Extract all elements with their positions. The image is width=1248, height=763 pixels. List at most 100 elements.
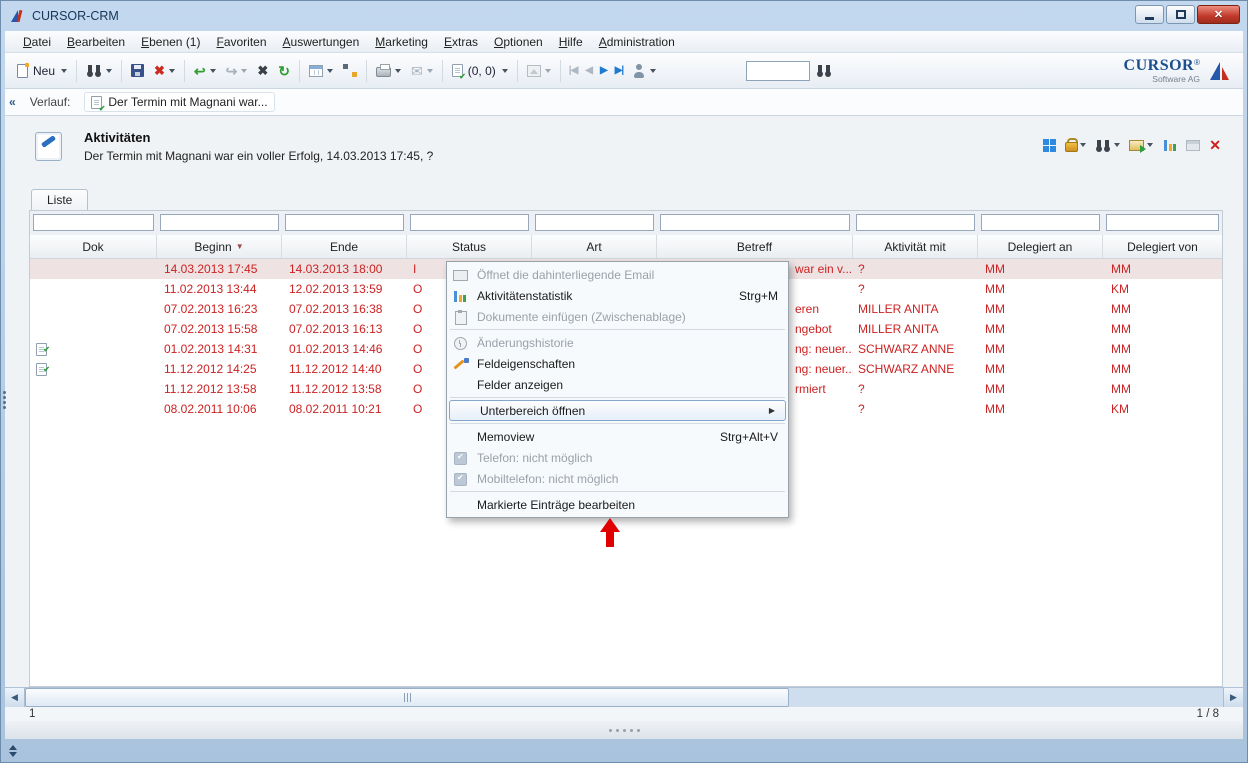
image-button	[523, 58, 555, 84]
toolbar-separator	[517, 60, 518, 82]
last-record-button[interactable]: ▶|	[612, 66, 627, 76]
menu-administration[interactable]: Administration	[591, 33, 683, 51]
filter-cell-delegiert-von	[1103, 211, 1222, 235]
filter-input-art[interactable]	[535, 214, 654, 231]
cancel-button[interactable]: ✖	[253, 58, 272, 84]
person-search-button[interactable]	[628, 58, 660, 84]
column-header-beginn[interactable]: Beginn▼	[157, 235, 282, 258]
column-header-art[interactable]: Art	[532, 235, 657, 258]
chevron-down-icon	[169, 69, 175, 73]
close-view-button[interactable]: ✕	[1209, 138, 1221, 152]
menu-datei[interactable]: Datei	[15, 33, 59, 51]
filter-input-aktivit-t-mit[interactable]	[856, 214, 975, 231]
scrollbar-thumb[interactable]	[25, 688, 789, 707]
grid-view-button[interactable]	[1043, 139, 1056, 152]
toolbar-separator	[442, 60, 443, 82]
statistics-button[interactable]	[1162, 139, 1177, 152]
find-button[interactable]	[812, 58, 836, 84]
cell-delegiert-von: MM	[1103, 259, 1222, 279]
splitter-handle[interactable]	[5, 721, 1243, 739]
app-window: CURSOR-CRM ✕ DateiBearbeitenEbenen (1)Fa…	[0, 0, 1248, 763]
close-button[interactable]: ✕	[1197, 5, 1240, 24]
column-header-betreff[interactable]: Betreff	[657, 235, 853, 258]
column-header-label: Aktivität mit	[884, 240, 945, 254]
context-menu-item-dokumente-einf-gen-zwischenablage: Dokumente einfügen (Zwischenablage)	[447, 306, 788, 327]
minimize-button[interactable]	[1135, 5, 1164, 24]
menu-ebenen-1[interactable]: Ebenen (1)	[133, 33, 208, 51]
filter-input-delegiert-von[interactable]	[1106, 214, 1219, 231]
context-menu-item-markierte-eintr-ge-bearbeiten[interactable]: Markierte Einträge bearbeiten	[447, 494, 788, 515]
record-counter-button[interactable]: (0, 0)	[448, 58, 512, 84]
context-menu-item-unterbereich-ffnen[interactable]: Unterbereich öffnen▶	[449, 400, 786, 421]
header-search-button[interactable]	[1095, 139, 1120, 152]
left-splitter-grip[interactable]	[3, 389, 6, 411]
context-menu-item-nderungshistorie: Änderungshistorie	[447, 332, 788, 353]
scroll-left-button[interactable]: ◀	[5, 688, 25, 707]
cell-ende: 11.12.2012 14:40	[282, 359, 407, 379]
column-header-aktivit-t-mit[interactable]: Aktivität mit	[853, 235, 978, 258]
bottom-left-resize-arrows[interactable]	[9, 745, 17, 757]
refresh-icon: ↻	[278, 64, 290, 78]
column-header-delegiert-von[interactable]: Delegiert von	[1103, 235, 1222, 258]
save-button[interactable]	[127, 58, 148, 84]
column-header-ende[interactable]: Ende	[282, 235, 407, 258]
menu-extras[interactable]: Extras	[436, 33, 486, 51]
context-menu-item-aktivit-tenstatistik[interactable]: AktivitätenstatistikStrg+M	[447, 285, 788, 306]
filter-cell-ende	[282, 211, 407, 235]
scroll-right-button[interactable]: ▶	[1223, 688, 1243, 707]
collapse-panel-icon[interactable]: «	[7, 95, 18, 109]
filter-input-betreff[interactable]	[660, 214, 850, 231]
filter-input-delegiert-an[interactable]	[981, 214, 1100, 231]
registered-mark: ®	[1194, 58, 1200, 67]
menu-bearbeiten[interactable]: Bearbeiten	[59, 33, 133, 51]
relations-icon	[1186, 140, 1200, 151]
filter-input-status[interactable]	[410, 214, 529, 231]
delete-button[interactable]: ✖	[150, 58, 179, 84]
chevron-down-icon	[395, 69, 401, 73]
context-menu: Öffnet die dahinterliegende EmailAktivit…	[446, 261, 789, 518]
lookup-button[interactable]	[305, 58, 337, 84]
column-header-label: Betreff	[737, 240, 772, 254]
export-mail-icon	[1129, 140, 1144, 151]
menu-hilfe[interactable]: Hilfe	[551, 33, 591, 51]
filter-cell-status	[407, 211, 532, 235]
next-record-button[interactable]: ▶	[597, 66, 610, 76]
menu-favoriten[interactable]: Favoriten	[208, 33, 274, 51]
cell-aktivitaet-mit: ?	[853, 259, 978, 279]
cell-delegiert-von: MM	[1103, 379, 1222, 399]
first-record-button: |◀	[566, 66, 581, 76]
menu-optionen[interactable]: Optionen	[486, 33, 551, 51]
menu-auswertungen[interactable]: Auswertungen	[275, 33, 368, 51]
new-button[interactable]: Neu	[13, 58, 71, 84]
menu-item-label: Unterbereich öffnen	[480, 404, 585, 418]
lock-button[interactable]	[1065, 138, 1086, 152]
column-header-status[interactable]: Status	[407, 235, 532, 258]
print-button[interactable]	[372, 58, 405, 84]
history-item[interactable]: Der Termin mit Magnani war...	[84, 92, 274, 112]
column-header-delegiert-an[interactable]: Delegiert an	[978, 235, 1103, 258]
quick-search-input[interactable]	[746, 61, 810, 81]
history-bar: « Verlauf: Der Termin mit Magnani war...	[5, 89, 1243, 116]
menu-marketing[interactable]: Marketing	[367, 33, 436, 51]
refresh-button[interactable]: ↻	[274, 58, 294, 84]
document-attached-icon	[36, 343, 47, 356]
scrollbar-track[interactable]	[789, 688, 1223, 707]
context-menu-item-feldeigenschaften[interactable]: Feldeigenschaften	[447, 353, 788, 374]
maximize-button[interactable]	[1166, 5, 1195, 24]
context-menu-item-felder-anzeigen[interactable]: Felder anzeigen	[447, 374, 788, 395]
export-mail-button[interactable]	[1129, 140, 1153, 151]
document-check-icon	[452, 64, 463, 77]
filter-input-ende[interactable]	[285, 214, 404, 231]
tab-liste[interactable]: Liste	[31, 189, 88, 211]
history-label: Verlauf:	[30, 95, 71, 109]
filter-input-beginn[interactable]	[160, 214, 279, 231]
forward-arrow-icon: ↪	[226, 64, 238, 78]
chevron-down-icon	[210, 69, 216, 73]
menubar: DateiBearbeitenEbenen (1)FavoritenAuswer…	[5, 31, 1243, 53]
filter-input-dok[interactable]	[33, 214, 154, 231]
column-header-dok[interactable]: Dok	[30, 235, 157, 258]
search-button[interactable]	[82, 58, 116, 84]
context-menu-item-memoview[interactable]: MemoviewStrg+Alt+V	[447, 426, 788, 447]
back-button[interactable]: ↩	[190, 58, 220, 84]
workflow-button[interactable]	[339, 58, 361, 84]
